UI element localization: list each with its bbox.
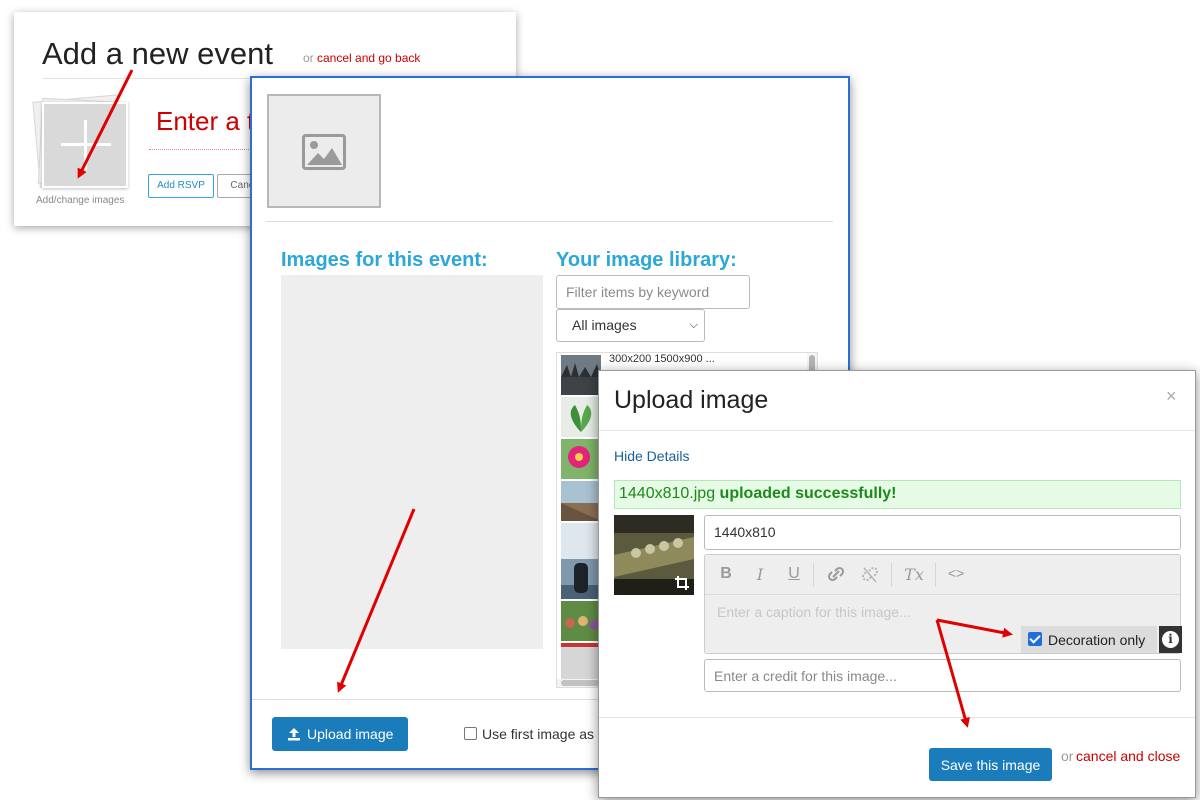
- library-thumbnail[interactable]: [561, 559, 601, 599]
- screenshot-stage: Add a new event or cancel and go back Ad…: [0, 0, 1200, 800]
- preview-divider: [266, 221, 833, 222]
- upload-image-button[interactable]: Upload image: [272, 717, 408, 751]
- info-button[interactable]: i: [1159, 626, 1182, 653]
- cancel-and-close-link[interactable]: cancel and close: [1076, 748, 1180, 764]
- image-placeholder-icon: [302, 134, 346, 170]
- or-text: or: [1061, 748, 1074, 764]
- event-images-dropzone[interactable]: [281, 275, 543, 649]
- event-name-field[interactable]: Enter a t: [156, 106, 254, 137]
- link-icon[interactable]: [823, 565, 849, 585]
- add-change-images-label: Add/change images: [36, 195, 125, 206]
- library-thumbnail[interactable]: [561, 601, 601, 641]
- cancel-and-go-back-link[interactable]: cancel and go back: [317, 51, 420, 65]
- library-thumbnail[interactable]: [561, 643, 601, 683]
- use-first-image-label: Use first image as: [482, 726, 595, 742]
- unlink-icon[interactable]: [857, 565, 883, 585]
- info-icon: i: [1162, 631, 1179, 648]
- bold-button[interactable]: B: [713, 565, 739, 585]
- toolbar-separator: [891, 563, 892, 587]
- upload-image-label: Upload image: [307, 726, 394, 742]
- toolbar-separator: [813, 563, 814, 587]
- upload-success-banner: 1440x810.jpg uploaded successfully!: [614, 480, 1181, 509]
- save-image-button[interactable]: Save this image: [929, 748, 1052, 781]
- library-thumbnail[interactable]: [561, 397, 601, 437]
- upload-image-modal: Upload image × Hide Details 1440x810.jpg…: [598, 370, 1196, 798]
- modal-title: Upload image: [614, 386, 769, 414]
- caption-placeholder[interactable]: Enter a caption for this image...: [717, 604, 911, 620]
- crop-icon[interactable]: [674, 575, 690, 591]
- filter-keyword-input[interactable]: [556, 275, 750, 309]
- toolbar-separator: [935, 563, 936, 587]
- add-rsvp-button[interactable]: Add RSVP: [148, 174, 214, 198]
- hide-details-link[interactable]: Hide Details: [614, 448, 689, 464]
- select-value: All images: [572, 317, 637, 333]
- italic-button[interactable]: I: [747, 565, 773, 585]
- add-change-images-button[interactable]: [42, 102, 128, 188]
- alt-text-field[interactable]: 1440x810: [704, 515, 1181, 550]
- clear-format-button[interactable]: Tx: [901, 565, 927, 585]
- uploaded-filename: 1440x810.jpg: [619, 485, 716, 502]
- chevron-down-icon: ⌵: [689, 319, 698, 331]
- modal-header-divider: [599, 430, 1195, 431]
- library-thumbnail[interactable]: [561, 523, 601, 563]
- image-library-heading: Your image library:: [556, 249, 737, 271]
- upload-icon: [288, 728, 300, 741]
- decoration-only-toggle[interactable]: Decoration only: [1021, 626, 1157, 653]
- or-text: or: [303, 51, 314, 65]
- credit-field[interactable]: [704, 659, 1181, 692]
- underline-button[interactable]: U: [781, 565, 807, 585]
- library-thumbnail[interactable]: [561, 481, 601, 521]
- editor-toolbar: B I U Tx <>: [705, 555, 1180, 595]
- success-message: uploaded successfully!: [719, 485, 897, 502]
- code-button[interactable]: <>: [943, 565, 969, 585]
- image-type-select[interactable]: All images ⌵: [556, 309, 705, 342]
- modal-footer-divider: [599, 717, 1195, 718]
- library-thumbnail[interactable]: [561, 439, 601, 479]
- decoration-only-checkbox[interactable]: [1028, 632, 1042, 646]
- use-first-image-checkbox[interactable]: [464, 727, 477, 740]
- list-item-meta: 300x200 1500x900 ...: [609, 353, 715, 365]
- library-thumbnail[interactable]: [561, 355, 601, 395]
- decoration-only-label: Decoration only: [1048, 632, 1146, 648]
- page-title: Add a new event: [42, 36, 273, 71]
- event-images-heading: Images for this event:: [281, 249, 488, 271]
- image-preview: [267, 94, 381, 208]
- plus-icon: [44, 104, 126, 186]
- event-name-underline: [149, 149, 259, 150]
- caption-editor: B I U Tx <> Enter a caption for this ima…: [704, 554, 1182, 654]
- close-icon[interactable]: ×: [1166, 386, 1177, 407]
